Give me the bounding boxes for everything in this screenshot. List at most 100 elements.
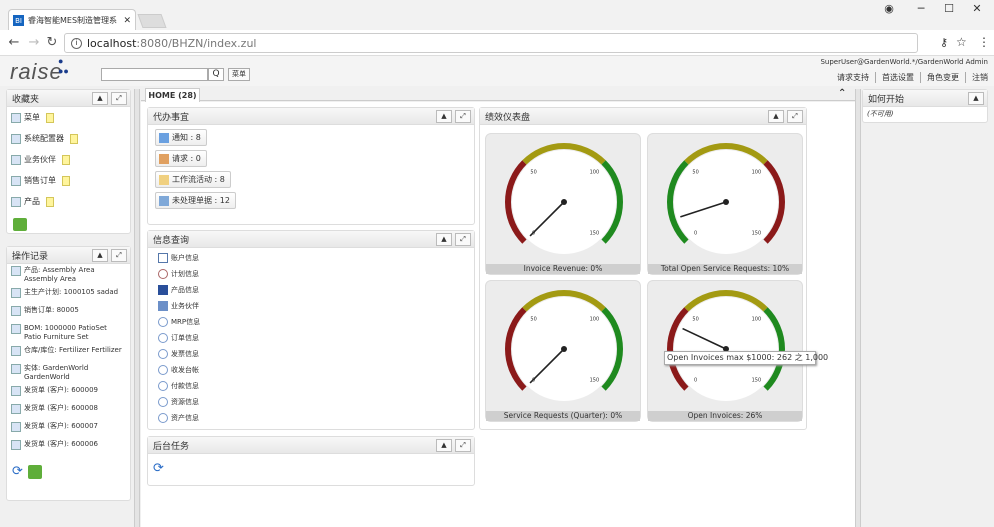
collapse-icon[interactable]: ▲: [92, 92, 108, 105]
link-logout[interactable]: 注销: [965, 72, 994, 83]
gauge-tick-label: 50: [530, 170, 536, 176]
right-splitter[interactable]: [855, 89, 861, 527]
minimize-button[interactable]: ─: [908, 2, 934, 18]
history-item[interactable]: 发货单 (客户): 600008: [7, 402, 130, 420]
inquiry-item[interactable]: 资产信息: [148, 410, 474, 426]
history-item[interactable]: 主生产计划: 1000105 sadad: [7, 286, 130, 304]
bulb-icon: [158, 317, 168, 327]
history-item[interactable]: 发货单 (客户): 600009: [7, 384, 130, 402]
account-icon[interactable]: ◉: [876, 2, 902, 18]
favorite-item[interactable]: 产品: [7, 191, 130, 212]
menu-search-input[interactable]: [101, 68, 208, 81]
star-icon[interactable]: ☆: [956, 35, 967, 49]
inquiry-item[interactable]: 产品信息: [148, 282, 474, 298]
collapse-icon[interactable]: ▲: [92, 249, 108, 262]
maximize-icon[interactable]: ⤢: [455, 233, 471, 246]
favorite-item[interactable]: 业务伙伴: [7, 149, 130, 170]
collapse-all-icon[interactable]: ⌃: [838, 88, 846, 99]
history-item[interactable]: BOM: 1000000 PatioSet Patio Furniture Se…: [7, 322, 130, 344]
inquiry-title: 信息查询: [153, 235, 190, 246]
gauge-tick-label: 0: [694, 377, 697, 383]
maximize-icon[interactable]: ⤢: [787, 110, 803, 123]
menu-dots-icon[interactable]: ⋮: [978, 35, 990, 49]
tab-title: 睿海智能MES制造管理系: [28, 16, 118, 25]
notice-button[interactable]: 通知 : 8: [155, 129, 207, 146]
tab-close-icon[interactable]: ✕: [123, 16, 131, 26]
tab-home[interactable]: HOME (28): [145, 88, 200, 103]
bulb-icon: [158, 397, 168, 407]
link-preferences[interactable]: 首选设置: [875, 72, 920, 83]
menu-button[interactable]: 菜单: [228, 68, 250, 81]
gauge-service-requests-quarter[interactable]: 050100150 Service Requests (Quarter): 0%: [485, 280, 641, 422]
history-title: 操作记录: [12, 251, 49, 262]
maximize-icon[interactable]: ⤢: [455, 439, 471, 452]
collapse-icon[interactable]: ▲: [436, 233, 452, 246]
request-button[interactable]: 请求 : 0: [155, 150, 207, 167]
window-icon: [11, 306, 21, 316]
inquiry-item[interactable]: 资源信息: [148, 394, 474, 410]
maximize-icon[interactable]: ⤢: [455, 110, 471, 123]
gauge-tick-label: 100: [590, 317, 600, 323]
link-change-role[interactable]: 角色变更: [920, 72, 965, 83]
inquiry-item[interactable]: MRP信息: [148, 314, 474, 330]
history-item[interactable]: 仓库/库位: Fertilizer Fertilizer: [7, 344, 130, 362]
favorite-item[interactable]: 销售订单: [7, 170, 130, 191]
new-tab-button[interactable]: [137, 14, 167, 28]
collapse-icon[interactable]: ▲: [768, 110, 784, 123]
gauge-tick-label: 0: [694, 230, 697, 236]
collapse-icon[interactable]: ▲: [436, 439, 452, 452]
close-window-button[interactable]: ✕: [964, 2, 990, 18]
reload-icon[interactable]: ↻: [44, 35, 60, 50]
clock-icon: [158, 269, 168, 279]
recycle-bin-icon[interactable]: [28, 465, 42, 479]
workflow-button[interactable]: 工作流活动 : 8: [155, 171, 231, 188]
key-icon[interactable]: ⚷: [940, 36, 948, 49]
inquiry-item[interactable]: 计划信息: [148, 266, 474, 282]
history-item[interactable]: 实体: GardenWorld GardenWorld: [7, 362, 130, 384]
browser-tab[interactable]: BI 睿海智能MES制造管理系 ✕: [8, 9, 136, 31]
address-bar: ← → ↻ i localhost:8080/BHZN/index.zul ⚷ …: [0, 30, 994, 56]
favorite-item[interactable]: 菜单: [7, 107, 130, 128]
gauge-open-service-requests[interactable]: 0 50 100 150 Total Open Service Requests: 1…: [647, 133, 803, 275]
info-icon[interactable]: i: [71, 37, 82, 49]
gauge-dial: 050100150: [505, 290, 623, 401]
maximize-icon[interactable]: ⤢: [111, 92, 127, 105]
inquiry-item[interactable]: 付款信息: [148, 378, 474, 394]
refresh-icon[interactable]: ⟳: [153, 461, 164, 476]
history-item[interactable]: 发货单 (客户): 600007: [7, 420, 130, 438]
history-item[interactable]: 销售订单: 80005: [7, 304, 130, 322]
inquiry-item[interactable]: 收发台帐: [148, 362, 474, 378]
inquiry-item[interactable]: 订单信息: [148, 330, 474, 346]
main-tabbar: [141, 86, 855, 101]
collapse-icon[interactable]: ▲: [968, 92, 984, 105]
window-icon: [11, 175, 21, 186]
getting-started-panel: 如何开始 ▲ (不可用): [862, 89, 988, 123]
history-item[interactable]: 发货单 (客户): 600006: [7, 438, 130, 456]
note-icon: [70, 133, 78, 144]
collapse-icon[interactable]: ▲: [436, 110, 452, 123]
window-icon: [11, 154, 21, 165]
notice-icon: [159, 132, 169, 143]
search-button[interactable]: Q: [208, 68, 224, 81]
inquiry-item[interactable]: 账户信息: [148, 250, 474, 266]
maximize-button[interactable]: ☐: [936, 2, 962, 18]
recycle-bin-icon[interactable]: [13, 218, 27, 231]
back-icon[interactable]: ←: [6, 35, 22, 50]
url-path: :8080/BHZN/index.zul: [136, 36, 257, 50]
refresh-icon[interactable]: ⟳: [12, 465, 26, 479]
url-field[interactable]: i localhost:8080/BHZN/index.zul: [64, 33, 918, 53]
left-splitter[interactable]: [134, 89, 140, 527]
maximize-icon[interactable]: ⤢: [111, 249, 127, 262]
inquiry-item[interactable]: 业务伙伴: [148, 298, 474, 314]
gauge-tick-label: 100: [590, 170, 600, 176]
forward-icon[interactable]: →: [26, 35, 42, 50]
history-item[interactable]: 产品: Assembly Area Assembly Area: [7, 264, 130, 286]
window-icon: [11, 440, 21, 450]
gauge-hub: [723, 199, 729, 205]
link-support[interactable]: 请求支持: [831, 72, 875, 83]
favorite-item[interactable]: 系统配置器: [7, 128, 130, 149]
inquiry-item[interactable]: 发票信息: [148, 346, 474, 362]
gauge-invoice-revenue[interactable]: 050100150 Invoice Revenue: 0%: [485, 133, 641, 275]
unprocessed-docs-button[interactable]: 未处理单据 : 12: [155, 192, 236, 209]
raise-logo: raise ● ●●: [10, 56, 69, 84]
